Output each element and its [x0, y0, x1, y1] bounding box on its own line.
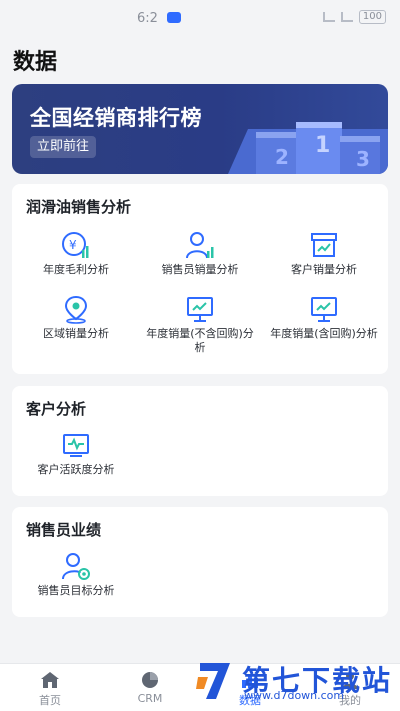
go-now-button[interactable]: 立即前往	[30, 136, 97, 158]
salesperson-performance-card: 销售员业绩 销售员目标分析	[12, 507, 388, 617]
tab-crm[interactable]: CRM	[100, 664, 200, 711]
banner-title: 全国经销商排行榜	[30, 106, 202, 130]
signal-icon	[322, 12, 335, 22]
item-label: 客户活跃度分析	[37, 463, 115, 476]
section-title: 客户分析	[26, 400, 87, 418]
customer-volume-analysis[interactable]: 客户销量分析	[265, 230, 383, 277]
status-bar: 6:2 100	[0, 0, 400, 40]
item-label: 年度销量(含回购)分析	[270, 327, 378, 340]
item-label: 区域销量分析	[43, 327, 109, 340]
monitor-trend-icon	[311, 297, 337, 322]
battery-icon: 100	[358, 10, 386, 24]
notification-icon	[167, 12, 181, 23]
location-icon	[64, 295, 88, 324]
d7-logo-icon	[196, 663, 230, 699]
activity-icon	[63, 434, 89, 457]
tab-home[interactable]: 首页	[0, 664, 100, 711]
user-target-icon	[62, 553, 90, 580]
podium-icon: 2 1 3	[228, 122, 388, 174]
salesperson-target-analysis[interactable]: 销售员目标分析	[17, 551, 135, 598]
customer-analysis-card: 客户分析 客户活跃度分析	[12, 386, 388, 496]
svg-text:2: 2	[275, 145, 289, 169]
wifi-icon	[340, 12, 353, 22]
item-label: 年度毛利分析	[43, 263, 109, 276]
item-label: 销售员目标分析	[37, 584, 115, 597]
salesperson-volume-analysis[interactable]: 销售员销量分析	[141, 230, 259, 277]
annual-volume-incl-analysis[interactable]: 年度销量(含回购)分析	[265, 294, 383, 341]
tab-label: 首页	[39, 694, 61, 707]
item-label: 销售员销量分析	[161, 263, 239, 276]
annual-profit-analysis[interactable]: ¥ 年度毛利分析	[17, 230, 135, 277]
section-title: 润滑油销售分析	[26, 198, 132, 216]
watermark-logo: 第七下载站 www.d7down.com	[194, 659, 394, 703]
status-time: 6:2	[137, 11, 158, 26]
yuan-chart-icon: ¥	[62, 232, 89, 258]
watermark-url: www.d7down.com	[244, 689, 345, 702]
box-chart-icon	[311, 233, 337, 257]
item-label: 客户销量分析	[291, 263, 357, 276]
home-icon	[41, 672, 59, 688]
section-title: 销售员业绩	[26, 521, 102, 539]
monitor-trend-icon	[187, 297, 213, 322]
region-volume-analysis[interactable]: 区域销量分析	[17, 294, 135, 341]
customer-activity-analysis[interactable]: 客户活跃度分析	[17, 430, 135, 477]
svg-text:¥: ¥	[69, 238, 77, 252]
lubricant-sales-card: 润滑油销售分析 ¥ 年度毛利分析 销售员销量分析 客户销量分析 区域销量分析 年…	[12, 184, 388, 374]
dealer-ranking-banner[interactable]: 全国经销商排行榜 立即前往 2 1 3	[12, 84, 388, 174]
annual-volume-excl-analysis[interactable]: 年度销量(不含回购)分析	[141, 294, 259, 355]
pie-icon	[142, 672, 158, 688]
tab-label: CRM	[137, 692, 163, 705]
status-icons: 100	[322, 10, 386, 24]
svg-text:3: 3	[356, 147, 370, 171]
item-label: 年度销量(不含回购)分析	[146, 327, 254, 354]
svg-text:1: 1	[315, 133, 330, 158]
user-chart-icon	[186, 232, 214, 259]
page-title: 数据	[13, 50, 58, 75]
